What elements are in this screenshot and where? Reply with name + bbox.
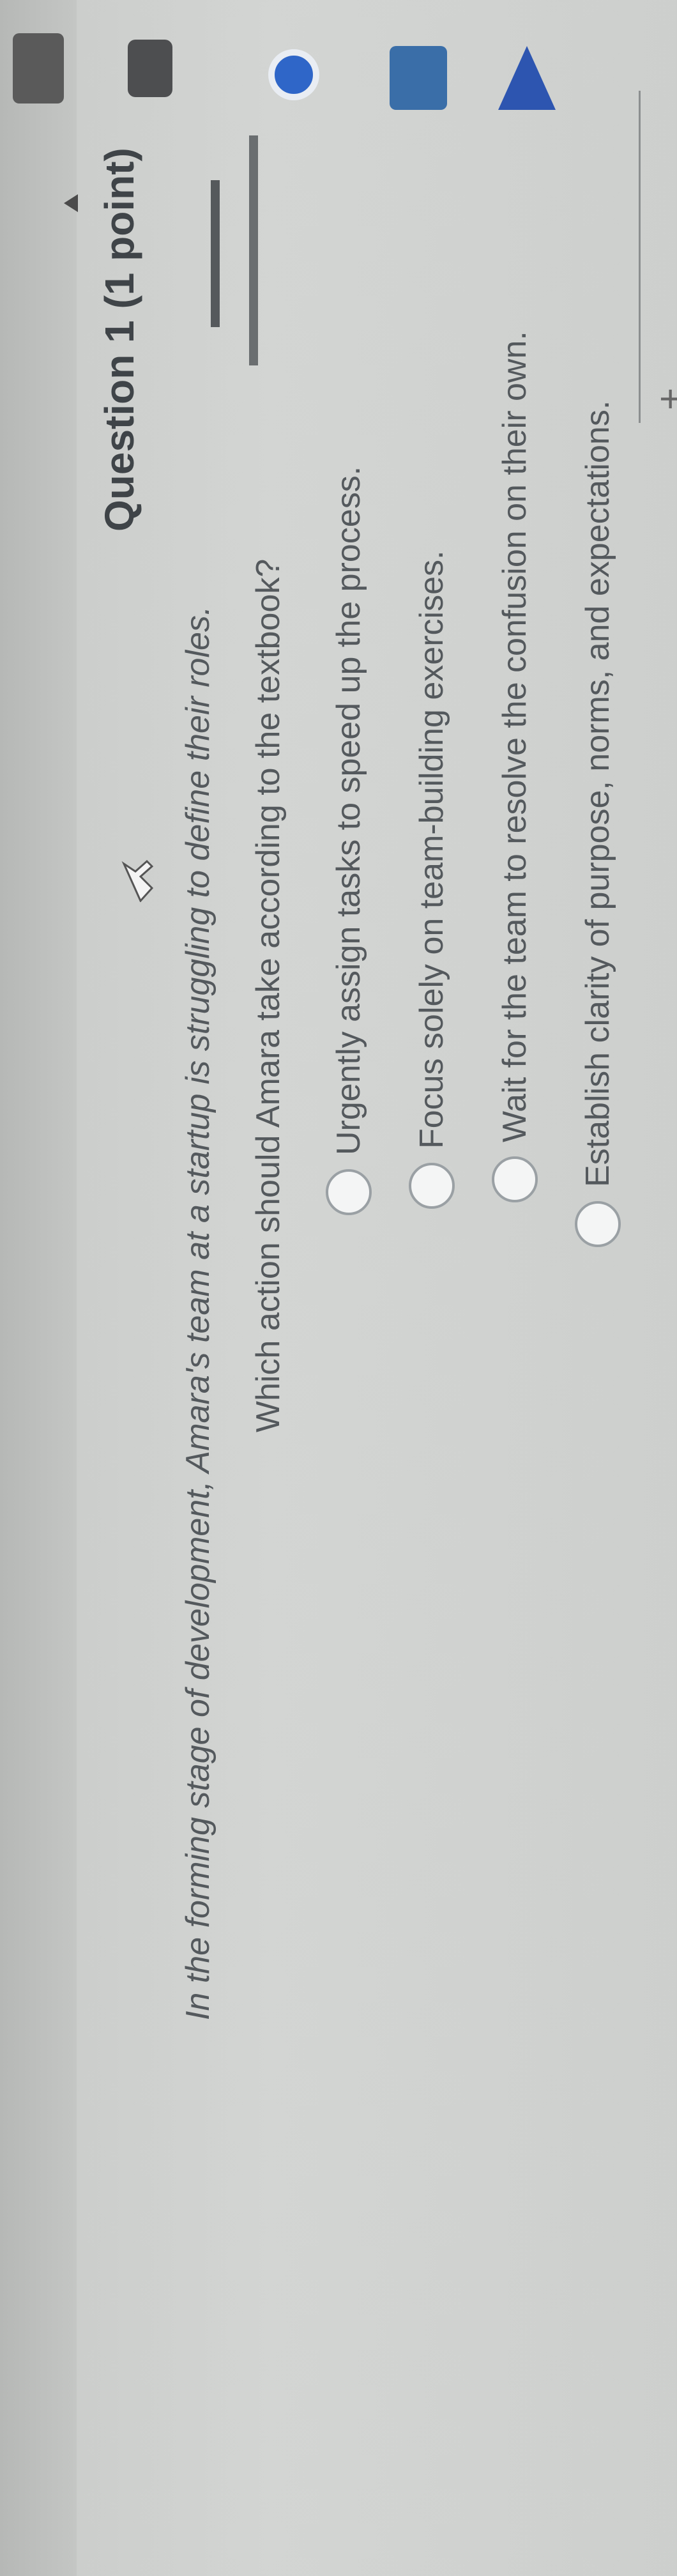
radio-button-icon[interactable] xyxy=(409,1163,455,1209)
cursor-icon xyxy=(121,859,154,902)
radio-button-icon[interactable] xyxy=(326,1169,372,1215)
option-label: Establish clarity of purpose, norms, and… xyxy=(579,400,616,1187)
option-3[interactable]: Wait for the team to resolve the confusi… xyxy=(492,331,538,1202)
option-label: Focus solely on team-building exercises. xyxy=(413,550,450,1149)
divider-line xyxy=(639,91,641,423)
taskbar-icon[interactable] xyxy=(498,46,556,110)
plus-icon[interactable]: + xyxy=(649,388,677,410)
taskbar-icon[interactable] xyxy=(268,49,319,100)
option-2[interactable]: Focus solely on team-building exercises. xyxy=(409,551,455,1209)
taskbar-icon[interactable] xyxy=(128,40,172,97)
question-text-line2: Which action should Amara take according… xyxy=(250,558,287,1432)
taskbar-icon[interactable] xyxy=(390,46,447,110)
question-accent-bar-2 xyxy=(249,135,258,365)
option-label: Urgently assign tasks to speed up the pr… xyxy=(330,466,367,1155)
option-label: Wait for the team to resolve the confusi… xyxy=(496,331,533,1142)
radio-button-icon[interactable] xyxy=(575,1201,621,1247)
question-text-line1: In the forming stage of development, Ama… xyxy=(179,606,217,2020)
question-title: Question 1 (1 point) xyxy=(96,148,142,532)
question-accent-bar xyxy=(211,180,220,327)
option-1[interactable]: Urgently assign tasks to speed up the pr… xyxy=(326,466,372,1215)
collapse-arrow-icon[interactable] xyxy=(64,194,78,212)
radio-button-icon[interactable] xyxy=(492,1156,538,1202)
option-4[interactable]: Establish clarity of purpose, norms, and… xyxy=(575,401,621,1247)
quiz-screen: Question 1 (1 point) In the forming stag… xyxy=(0,0,677,2576)
screen-edge xyxy=(0,0,77,2576)
taskbar-icon[interactable] xyxy=(13,33,64,103)
